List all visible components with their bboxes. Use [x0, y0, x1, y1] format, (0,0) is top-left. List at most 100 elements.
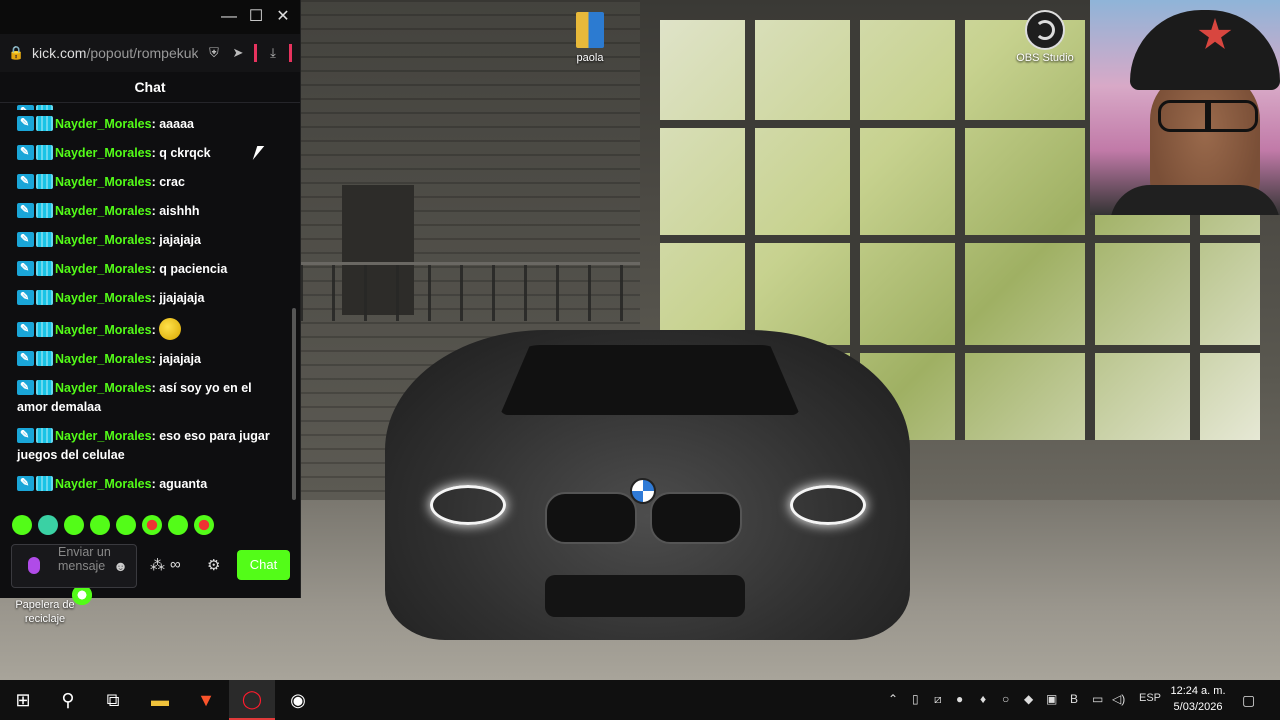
download-icon[interactable]: ⤓ — [265, 45, 281, 61]
lock-icon: 🔒 — [8, 45, 25, 60]
chevron-up-icon[interactable]: ⌃ — [888, 692, 898, 706]
quick-emote-bar — [12, 515, 214, 605]
list-item: Nayder_Morales: aguanta — [0, 470, 290, 499]
chat-message-text: aaaaa — [159, 117, 194, 131]
opera-icon: ◯ — [241, 688, 263, 709]
chat-username[interactable]: Nayder_Morales — [55, 323, 152, 337]
address-bar[interactable]: 🔒 kick.com/popout/rompekuka ⛨ ➤ ⤓ — [0, 34, 300, 72]
emote-icon[interactable] — [168, 515, 188, 535]
emote-icon[interactable] — [116, 515, 136, 535]
tray-app-icon[interactable]: ▣ — [1046, 692, 1057, 706]
emote-icon[interactable] — [38, 515, 58, 535]
taskbar-brave[interactable]: ▼ — [183, 680, 229, 720]
system-clock[interactable]: 12:24 a. m. 5/03/2026 — [1168, 683, 1228, 715]
chat-username[interactable]: Nayder_Morales — [55, 291, 152, 305]
search-icon: ⚲ — [61, 689, 75, 710]
chat-send-button[interactable]: Chat — [237, 550, 290, 580]
users-icon[interactable]: ⁂ — [150, 556, 165, 574]
chat-username[interactable]: Nayder_Morales — [55, 175, 152, 189]
list-item: Nayder_Morales: aaaaa — [0, 110, 290, 139]
shield-icon[interactable]: ◆ — [1024, 692, 1033, 706]
tray-app-icon[interactable]: ○ — [1002, 692, 1009, 706]
taskbar-file-explorer[interactable]: ▬ — [137, 680, 183, 720]
list-item: Nayder_Morales: aishhh — [0, 197, 290, 226]
obs-icon: ◉ — [290, 689, 306, 710]
tray-app-icon[interactable]: ⧄ — [934, 692, 942, 707]
wallpaper-car-grille — [545, 492, 637, 544]
moderator-badge-icon — [17, 201, 34, 220]
microphone-icon[interactable] — [28, 557, 40, 574]
webcam-glasses — [1158, 100, 1258, 132]
subscriber-badge-icon — [36, 476, 53, 491]
chat-username[interactable]: Nayder_Morales — [55, 262, 152, 276]
tray-app-icon[interactable]: B — [1070, 692, 1078, 706]
chat-message-text: aguanta — [159, 477, 208, 491]
chat-username[interactable]: Nayder_Morales — [55, 204, 152, 218]
moderator-badge-icon — [17, 320, 34, 339]
desktop-icon-folder[interactable]: paola — [565, 12, 615, 64]
chat-message-text: aishhh — [159, 204, 200, 218]
emote-icon[interactable] — [12, 515, 32, 535]
list-item: Nayder_Morales: jajajaja — [0, 345, 290, 374]
moderator-badge-icon — [17, 426, 34, 445]
divider — [289, 44, 292, 62]
network-icon[interactable]: ▭ — [1092, 692, 1103, 706]
subscriber-badge-icon — [36, 428, 53, 443]
close-icon[interactable]: ✕ — [272, 6, 294, 28]
subscriber-badge-icon — [36, 203, 53, 218]
emote-icon[interactable] — [90, 515, 110, 535]
minimize-icon[interactable]: — — [218, 6, 240, 28]
search-button[interactable]: ⚲ — [45, 680, 91, 720]
url-text[interactable]: kick.com/popout/rompekuka — [32, 45, 198, 61]
chat-username[interactable]: Nayder_Morales — [55, 146, 152, 160]
wallpaper-window-transom — [660, 235, 1260, 243]
emote-icon[interactable] — [194, 515, 214, 535]
subscriber-badge-icon — [36, 261, 53, 276]
desktop-icon-label: Papelera de reciclaje — [15, 599, 75, 625]
desktop-icon-obs[interactable]: OBS Studio — [1012, 10, 1078, 64]
microphone-icon[interactable]: ♦ — [980, 692, 986, 706]
list-item: Nayder_Morales: q ckrqck — [0, 139, 290, 168]
chat-message-text: jjajajaja — [159, 291, 205, 305]
taskbar-opera[interactable]: ◯ — [229, 680, 275, 720]
emote-icon[interactable] — [64, 515, 84, 535]
chat-username[interactable]: Nayder_Morales — [55, 429, 152, 443]
moderator-badge-icon — [17, 378, 34, 397]
chat-username[interactable]: Nayder_Morales — [55, 352, 152, 366]
subscriber-badge-icon — [36, 174, 53, 189]
volume-icon[interactable]: ◁) — [1112, 692, 1125, 706]
subscriber-badge-icon — [36, 351, 53, 366]
windows-icon: ⊞ — [15, 689, 31, 710]
chat-username[interactable]: Nayder_Morales — [55, 233, 152, 247]
emote-icon[interactable] — [72, 585, 92, 605]
usb-icon[interactable]: ▯ — [912, 692, 919, 706]
desktop-icon-recycle-bin[interactable]: Papelera de reciclaje — [8, 598, 82, 626]
chat-username[interactable]: Nayder_Morales — [55, 477, 152, 491]
chat-username[interactable]: Nayder_Morales — [55, 381, 152, 395]
chat-scrollbar[interactable] — [292, 308, 296, 500]
emoji-picker-icon[interactable]: ☻ — [113, 558, 128, 574]
moderator-badge-icon — [17, 230, 34, 249]
maximize-icon[interactable]: ☐ — [245, 6, 267, 28]
tray-app-icon[interactable]: ● — [956, 692, 963, 706]
task-view-button[interactable]: ⧉ — [90, 680, 136, 720]
start-button[interactable]: ⊞ — [0, 680, 46, 720]
brave-icon: ▼ — [197, 689, 215, 710]
notification-icon[interactable]: ▢ — [1242, 692, 1255, 709]
chat-message-text: q ckrqck — [159, 146, 211, 160]
send-icon[interactable]: ➤ — [230, 45, 246, 61]
taskbar-obs[interactable]: ◉ — [275, 680, 321, 720]
emote-icon[interactable] — [142, 515, 162, 535]
moderator-badge-icon — [17, 172, 34, 191]
shield-icon[interactable]: ⛨ — [206, 45, 222, 61]
desktop-icon-label: OBS Studio — [1016, 52, 1074, 64]
moderator-badge-icon — [17, 259, 34, 278]
gear-icon[interactable]: ⚙ — [207, 556, 220, 574]
infinity-icon[interactable]: ∞ — [170, 556, 181, 573]
chat-input[interactable]: Enviar un mensaje ☻ — [11, 544, 137, 588]
chat-message-list[interactable]: Nayder_Morales: aaaaa Nayder_Morales: q … — [0, 104, 290, 504]
chat-username[interactable]: Nayder_Morales — [55, 117, 152, 131]
clock-date: 5/03/2026 — [1173, 701, 1223, 713]
list-item: Nayder_Morales: crac — [0, 168, 290, 197]
language-indicator[interactable]: ESP — [1139, 692, 1161, 704]
